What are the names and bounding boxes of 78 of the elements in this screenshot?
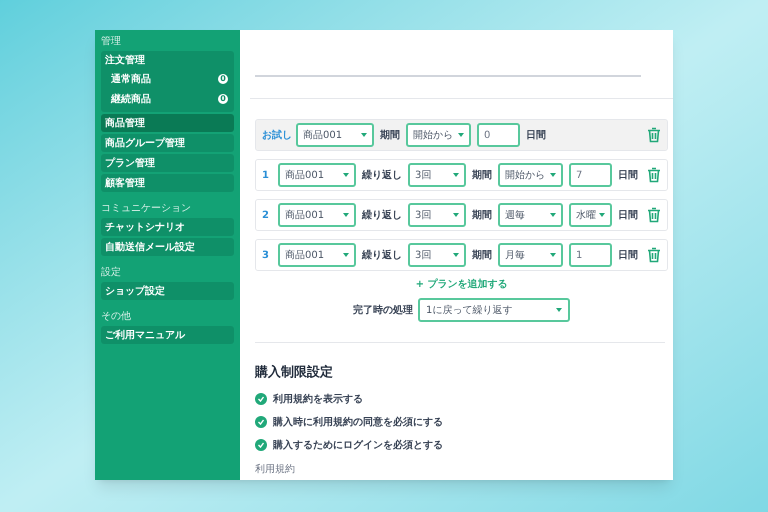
number-field[interactable]: 1 <box>569 243 612 267</box>
caret-icon <box>343 253 349 257</box>
count-badge: 0 <box>218 94 228 104</box>
field-label: 繰り返し <box>362 168 402 182</box>
trash-icon[interactable] <box>647 247 661 263</box>
caret-icon <box>550 213 556 217</box>
section-heading: コミュニケーション <box>101 203 192 215</box>
sidebar-item[interactable]: プラン管理 <box>101 154 234 172</box>
field-label: 繰り返し <box>362 248 402 262</box>
caret-icon <box>453 213 459 217</box>
day-select[interactable]: 水曜 <box>569 203 612 227</box>
field-label: 期間 <box>472 248 492 262</box>
caret-icon <box>343 213 349 217</box>
trash-icon[interactable] <box>647 127 661 143</box>
field-label: 期間 <box>380 128 400 142</box>
caret-icon <box>556 308 562 312</box>
repeat-select[interactable]: 3回 <box>408 243 466 267</box>
check-icon <box>257 441 265 449</box>
field-label: 繰り返し <box>362 208 402 222</box>
option-label: 利用規約を表示する <box>273 392 363 406</box>
product-select[interactable]: 商品001 <box>296 123 374 147</box>
count-badge: 0 <box>218 74 228 84</box>
field-label: 完了時の処理 <box>353 303 413 318</box>
caret-icon <box>550 253 556 257</box>
sidebar-item[interactable]: 顧客管理 <box>101 174 234 192</box>
checkbox[interactable] <box>255 416 267 428</box>
trash-icon[interactable] <box>647 207 661 223</box>
repeat-select[interactable]: 3回 <box>408 163 466 187</box>
sidebar-item[interactable]: 注文管理 <box>101 51 234 69</box>
caret-icon <box>361 133 367 137</box>
step-number: 2 <box>262 208 270 222</box>
number-field[interactable]: 7 <box>569 163 612 187</box>
section-heading: 管理 <box>101 36 122 48</box>
field-label: 日間 <box>618 248 638 262</box>
sidebar-item[interactable]: ご利用マニュアル <box>101 326 234 344</box>
product-select[interactable]: 商品001 <box>278 203 356 227</box>
check-icon <box>257 395 265 403</box>
check-icon <box>257 418 265 426</box>
product-select[interactable]: 商品001 <box>278 243 356 267</box>
period-select[interactable]: 月毎 <box>498 243 563 267</box>
step-number: 3 <box>262 248 270 262</box>
caret-icon <box>550 173 556 177</box>
caret-icon <box>458 133 464 137</box>
caret-icon <box>599 213 605 217</box>
step-number: お試し <box>262 128 290 142</box>
sidebar-item[interactable]: 自動送信メール設定 <box>101 238 234 256</box>
step-number: 1 <box>262 168 270 182</box>
checkbox[interactable] <box>255 393 267 405</box>
option-label: 購入時に利用規約の同意を必須にする <box>273 416 443 430</box>
period-select[interactable]: 週毎 <box>498 203 563 227</box>
field-label: 期間 <box>472 168 492 182</box>
field-label: 日間 <box>618 208 638 222</box>
field-label: 日間 <box>526 128 546 142</box>
repeat-select[interactable]: 3回 <box>408 203 466 227</box>
period-select[interactable]: 開始から <box>406 123 471 147</box>
trash-icon[interactable] <box>647 167 661 183</box>
sidebar-item[interactable]: 商品管理 <box>101 114 234 132</box>
checkbox[interactable] <box>255 439 267 451</box>
section-heading: その他 <box>101 311 132 323</box>
number-field[interactable]: 0 <box>477 123 520 147</box>
period-select[interactable]: 開始から <box>498 163 563 187</box>
sidebar-item[interactable]: ショップ設定 <box>101 282 234 300</box>
section-heading: 購入制限設定 <box>255 364 334 382</box>
sidebar-subitem[interactable]: 継続商品 <box>111 92 151 106</box>
sidebar-item[interactable]: チャットシナリオ <box>101 218 234 236</box>
sidebar-subitem[interactable]: 通常商品 <box>111 72 151 86</box>
caret-icon <box>453 173 459 177</box>
field-label: 期間 <box>472 208 492 222</box>
product-select[interactable]: 商品001 <box>278 163 356 187</box>
caret-icon <box>343 173 349 177</box>
completion-select[interactable]: 1に戻って繰り返す <box>418 298 570 322</box>
sidebar-item[interactable]: 商品グループ管理 <box>101 134 234 152</box>
section-heading: 設定 <box>101 267 122 279</box>
option-label: 購入するためにログインを必須とする <box>273 438 443 452</box>
caret-icon <box>453 253 459 257</box>
field-label: 日間 <box>618 168 638 182</box>
add-plan-link[interactable]: + プランを追加する <box>416 277 508 292</box>
field-label: 利用規約 <box>255 462 296 476</box>
